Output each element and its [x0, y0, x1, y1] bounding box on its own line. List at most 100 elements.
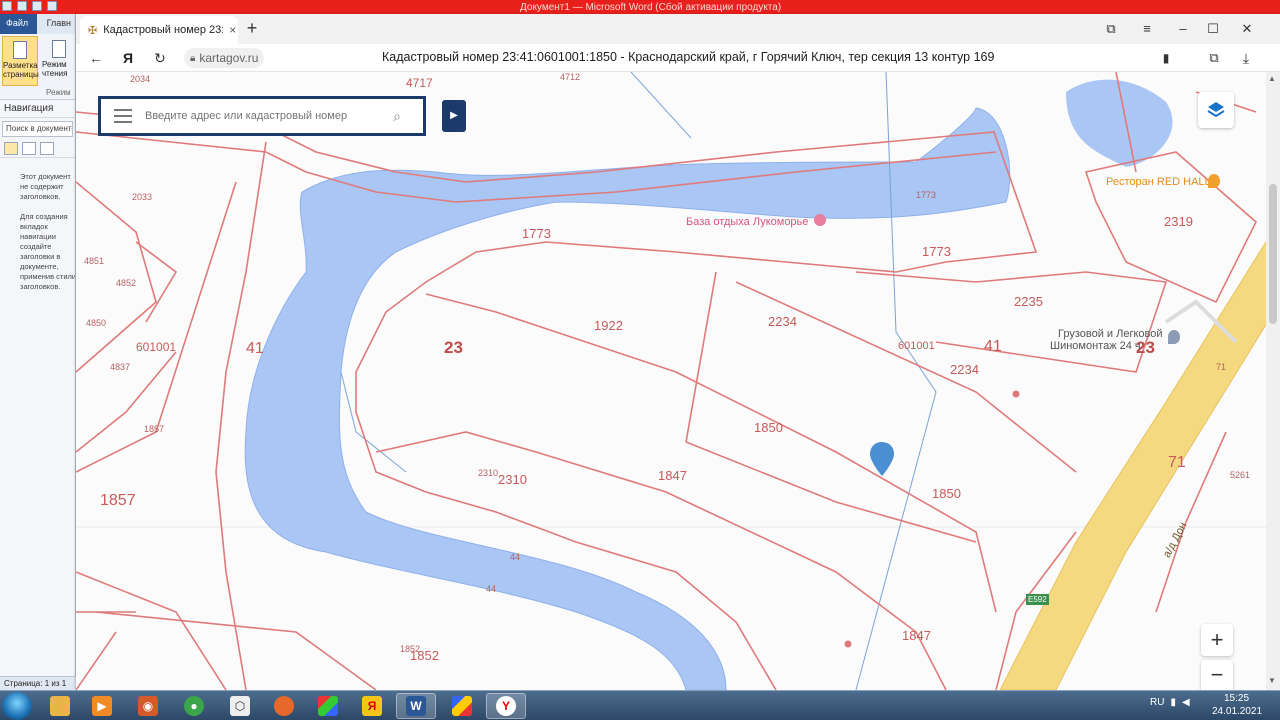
tabs-menu-icon[interactable]: ⧉ [1100, 19, 1122, 39]
nav-message-2: Для создания вкладок навигации создайте … [20, 212, 76, 291]
plot-label: 4717 [406, 76, 433, 90]
plot-label: 2234 [950, 362, 979, 377]
taskbar-yandex-browser[interactable]: Я [352, 693, 392, 719]
zoom-in-button[interactable]: + [1201, 624, 1233, 656]
plot-label: 4852 [116, 278, 137, 288]
plot-label: 41 [246, 340, 264, 357]
poi-baza-label[interactable]: База отдыха Лукоморье [686, 216, 808, 228]
plot-label: 1773 [522, 226, 551, 241]
restaurant-icon[interactable] [1208, 174, 1220, 188]
plot-label: 4851 [84, 256, 105, 266]
layers-button[interactable] [1198, 92, 1234, 128]
cadastral-map[interactable]: 2034 4717 4712 2033 1773 1773 1773 1922 … [76, 72, 1280, 690]
plot-label: 2235 [1014, 294, 1043, 309]
taskbar-chrome[interactable]: ● [174, 693, 214, 719]
poi-tire-label-1[interactable]: Грузовой и Легковой [1058, 328, 1163, 340]
network-icon[interactable]: ▮ [1170, 697, 1176, 708]
undo-icon[interactable] [32, 1, 42, 11]
page-scrollbar[interactable]: ▲ ▼ [1266, 72, 1280, 690]
hotel-icon[interactable] [814, 214, 826, 226]
taskbar-rubik-2[interactable] [442, 693, 482, 719]
reading-mode-button[interactable]: Режим чтения [42, 36, 75, 86]
explorer-icon [50, 696, 70, 716]
plot-label: 1847 [902, 628, 931, 643]
marker-dot [844, 640, 852, 648]
poi-restaurant-label[interactable]: Ресторан RED HALL [1106, 176, 1211, 188]
scroll-up-icon[interactable]: ▲ [1268, 74, 1276, 83]
system-tray[interactable]: RU ▮ ◀ [1150, 697, 1190, 708]
river [1066, 79, 1173, 167]
new-tab-button[interactable]: + [242, 19, 262, 39]
scroll-down-icon[interactable]: ▼ [1268, 676, 1276, 685]
plot-label: 44 [510, 552, 521, 562]
yandex-browser-icon: Я [362, 696, 382, 716]
redo-icon[interactable] [47, 1, 57, 11]
headings-view-icon[interactable] [4, 142, 18, 155]
tab-file[interactable]: Файл [0, 14, 37, 34]
yandex-icon[interactable]: Я [118, 48, 138, 68]
maximize-button[interactable]: ☐ [1202, 19, 1224, 39]
plot-label: 601001 [136, 340, 177, 354]
plot-label: 44 [486, 584, 497, 594]
url-domain: kartagov.ru [199, 51, 259, 65]
poi-tire-label-2[interactable]: Шиномонтаж 24 ч [1050, 340, 1141, 352]
hamburger-menu-icon[interactable] [101, 99, 145, 133]
clock-time[interactable]: 15:25 [1224, 693, 1249, 704]
extensions-icon[interactable]: ⧉ [1204, 48, 1224, 68]
taskbar-eye[interactable]: ◉ [128, 693, 168, 719]
results-view-icon[interactable] [40, 142, 54, 155]
search-go-button[interactable]: ▶ [442, 100, 466, 132]
volume-icon[interactable]: ◀ [1182, 697, 1190, 708]
plot-label: 2234 [768, 314, 797, 329]
taskbar-rubik[interactable] [308, 693, 348, 719]
taskbar-word[interactable]: W [396, 693, 436, 719]
search-icon[interactable]: ⌕ [383, 108, 411, 125]
layers-icon [1207, 102, 1225, 118]
word-window-strip: Файл Главн Разметка страницы Режим чтени… [0, 14, 76, 690]
taskbar-explorer[interactable] [40, 693, 80, 719]
navigation-search-field[interactable]: Поиск в документе [2, 121, 73, 137]
word-icon: W [406, 696, 426, 716]
browser-window: ✠ Кадастровый номер 23:41:0601001:1850 ×… [76, 14, 1280, 690]
search-input[interactable] [145, 110, 383, 122]
taskbar-firefox[interactable] [264, 693, 304, 719]
tab-home[interactable]: Главн [37, 14, 75, 34]
plot-label: 2310 [498, 472, 527, 487]
download-icon[interactable]: ⤓ [1236, 48, 1256, 68]
reload-icon[interactable]: ↻ [150, 48, 170, 68]
word-ribbon-tabs: Файл Главн [0, 14, 75, 34]
address-bar[interactable]: 🔒︎ kartagov.ru [184, 48, 265, 68]
location-pin-icon[interactable] [870, 442, 894, 476]
browser-menu-icon[interactable]: ≡ [1136, 19, 1158, 39]
search-box: ⌕ [98, 96, 426, 136]
taskbar-vpn[interactable]: ⬡ [220, 693, 260, 719]
start-button[interactable] [2, 692, 32, 720]
browser-toolbar: ← Я ↻ 🔒︎ kartagov.ru Кадастровый номер 2… [76, 44, 1280, 72]
tray-language[interactable]: RU [1150, 697, 1164, 708]
taskbar-media[interactable]: ▶ [82, 693, 122, 719]
ribbon-group-label: Режим [46, 88, 71, 97]
page-layout-button[interactable]: Разметка страницы [2, 36, 39, 86]
close-window-button[interactable]: ✕ [1236, 19, 1258, 39]
arrow-left-icon[interactable]: ← [86, 48, 106, 68]
pages-view-icon[interactable] [22, 142, 36, 155]
tab-close-icon[interactable]: × [229, 23, 236, 37]
tab-bar: ✠ Кадастровый номер 23:41:0601001:1850 ×… [76, 14, 1280, 44]
firefox-icon [274, 696, 294, 716]
plot-label: 41 [984, 338, 1002, 355]
service-icon[interactable] [1168, 330, 1180, 344]
minimize-button[interactable]: – [1172, 19, 1194, 39]
plot-label: 5261 [1230, 470, 1251, 480]
navigation-view-tabs [0, 140, 75, 158]
tab-title: Кадастровый номер 23:41:0601001:1850 [103, 24, 223, 36]
zoom-out-button[interactable]: − [1201, 660, 1233, 690]
eye-app-icon: ◉ [138, 696, 158, 716]
taskbar-yandex[interactable]: Y [486, 693, 526, 719]
save-icon[interactable] [17, 1, 27, 11]
browser-tab[interactable]: ✠ Кадастровый номер 23:41:0601001:1850 × [80, 16, 238, 44]
clock-date[interactable]: 24.01.2021 [1212, 706, 1262, 717]
bookmark-icon[interactable]: ▮ [1156, 48, 1176, 68]
word-title-bar: Документ1 — Microsoft Word (Сбой активац… [0, 0, 1280, 14]
scroll-thumb[interactable] [1269, 184, 1277, 324]
map-canvas [76, 72, 1280, 690]
